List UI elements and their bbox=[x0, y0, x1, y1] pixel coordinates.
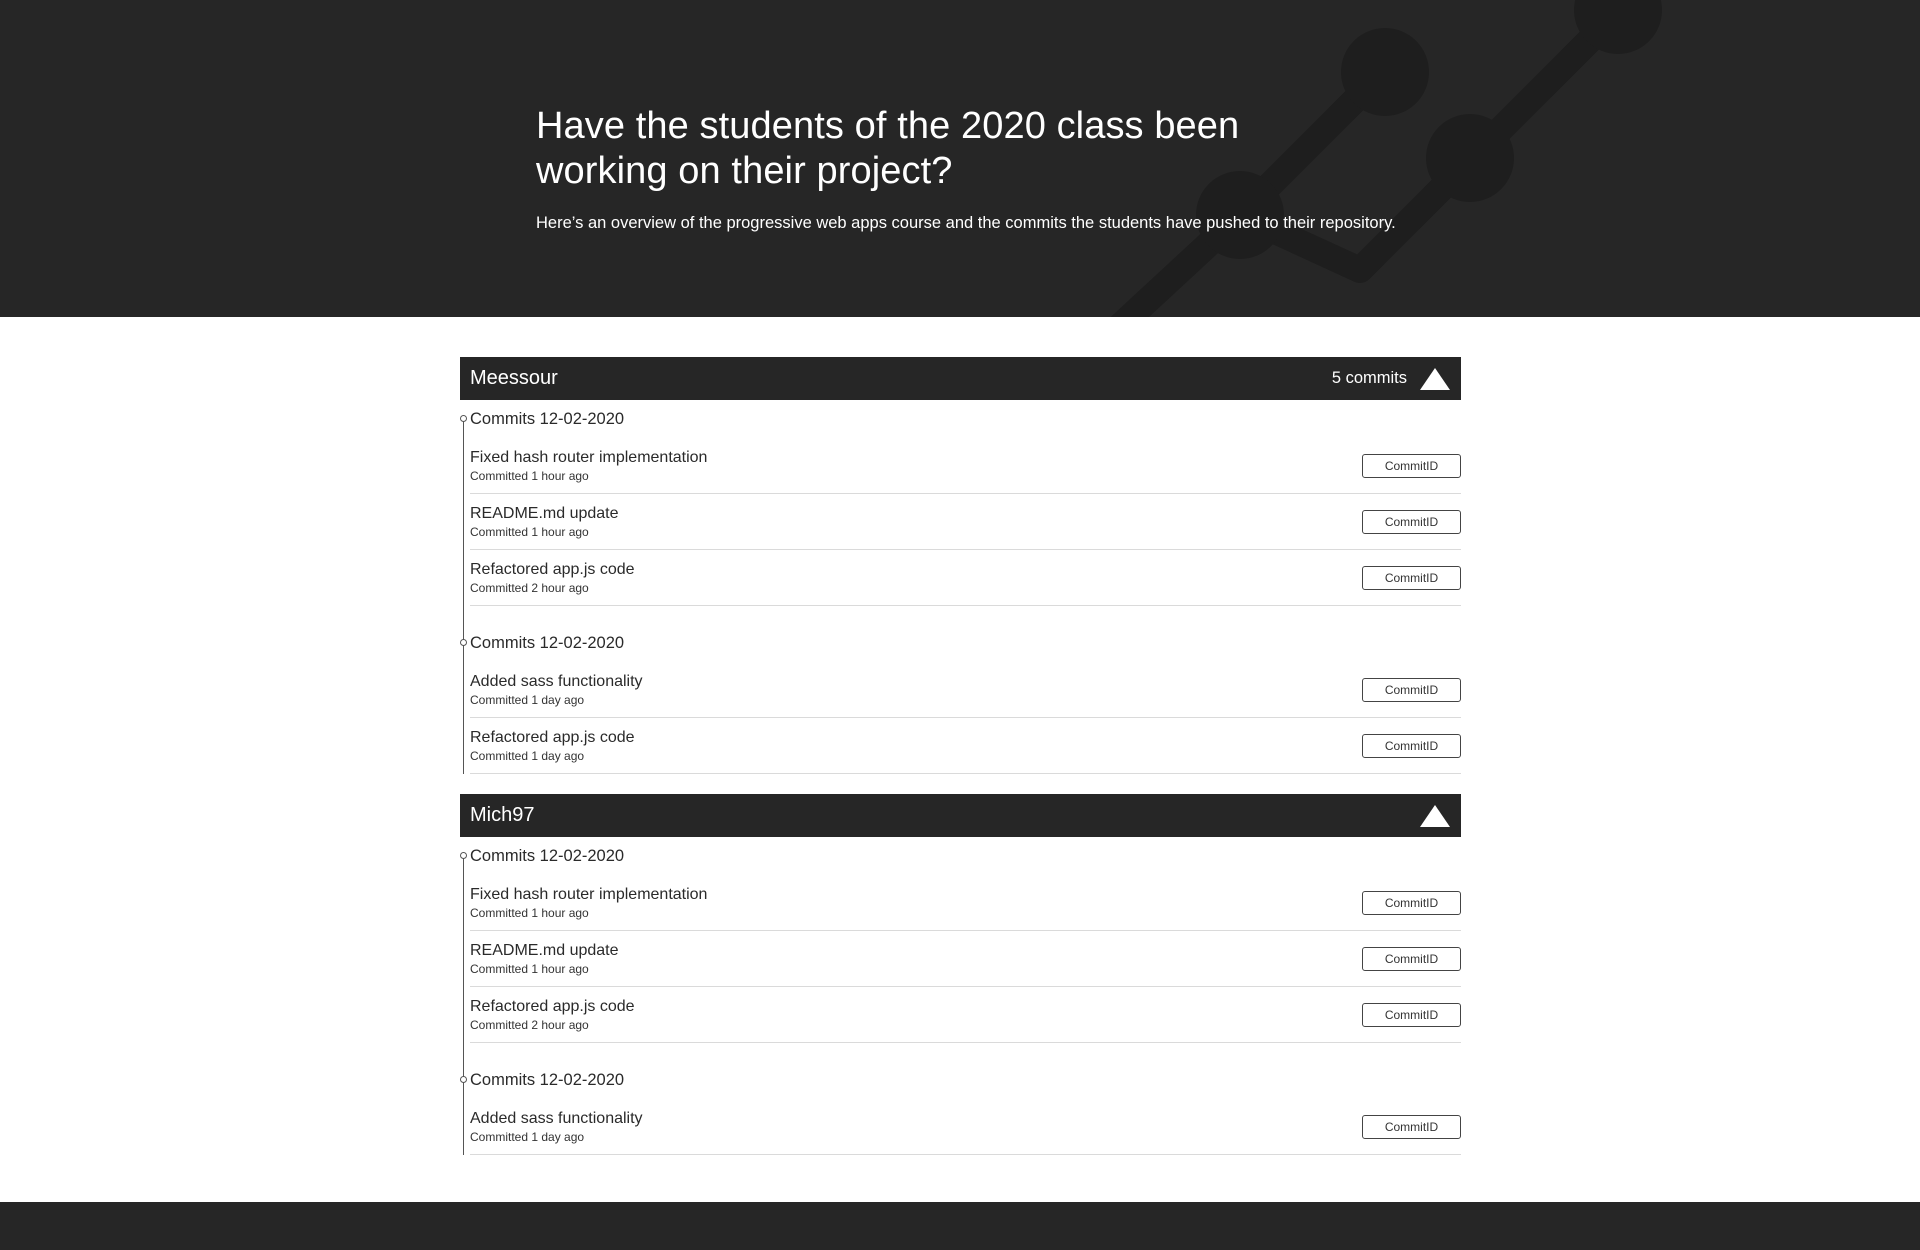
commit-message: Fixed hash router implementation bbox=[470, 886, 708, 903]
commit-count: 5 commits bbox=[1331, 369, 1407, 387]
commit-row: Refactored app.js code Committed 1 day a… bbox=[470, 718, 1461, 774]
commit-day-label: Commits 12-02-2020 bbox=[470, 846, 625, 865]
commit-id-button[interactable]: CommitID bbox=[1362, 946, 1461, 971]
commit-message: Added sass functionality bbox=[470, 673, 643, 690]
commit-day-label: Commits 12-02-2020 bbox=[470, 409, 625, 428]
student-section: Mich97 Commits 12-02-2020 Fixed hash rou… bbox=[460, 794, 1461, 1155]
page-footer bbox=[0, 1202, 1920, 1250]
commit-timeline: Commits 12-02-2020 Fixed hash router imp… bbox=[460, 400, 1461, 774]
commit-message: Refactored app.js code bbox=[470, 729, 635, 746]
commit-row: Added sass functionality Committed 1 day… bbox=[470, 662, 1461, 718]
commit-day-header: Commits 12-02-2020 bbox=[460, 400, 1461, 438]
commit-day-header: Commits 12-02-2020 bbox=[460, 837, 1461, 875]
commit-id-button[interactable]: CommitID bbox=[1362, 565, 1461, 590]
commit-info: Added sass functionality Committed 1 day… bbox=[470, 1109, 643, 1144]
commit-info: Refactored app.js code Committed 2 hour … bbox=[470, 997, 635, 1032]
student-header[interactable]: Meessour 5 commits bbox=[460, 357, 1461, 400]
commit-day-label: Commits 12-02-2020 bbox=[470, 1070, 625, 1089]
student-name: Meessour bbox=[470, 367, 558, 389]
commit-row: README.md update Committed 1 hour ago Co… bbox=[470, 931, 1461, 987]
commit-id-button[interactable]: CommitID bbox=[1362, 1002, 1461, 1027]
commit-row: Fixed hash router implementation Committ… bbox=[470, 875, 1461, 931]
student-header-controls bbox=[1407, 804, 1451, 828]
commit-time: Committed 1 day ago bbox=[470, 693, 585, 707]
commit-info: README.md update Committed 1 hour ago bbox=[470, 504, 619, 539]
commit-day-group: Commits 12-02-2020 Added sass functional… bbox=[460, 624, 1461, 774]
timeline-dot bbox=[460, 415, 467, 422]
commit-id-button[interactable]: CommitID bbox=[1362, 509, 1461, 534]
commit-message: README.md update bbox=[470, 942, 619, 959]
commit-time: Committed 2 hour ago bbox=[470, 581, 589, 595]
commit-time: Committed 1 hour ago bbox=[470, 962, 589, 976]
triangle-up-icon[interactable] bbox=[1419, 804, 1451, 828]
commit-message: Added sass functionality bbox=[470, 1110, 643, 1127]
commit-id-button[interactable]: CommitID bbox=[1362, 890, 1461, 915]
page-title: Have the students of the 2020 class been… bbox=[536, 104, 1436, 194]
commit-info: Fixed hash router implementation Committ… bbox=[470, 448, 707, 483]
commit-row: Refactored app.js code Committed 2 hour … bbox=[470, 550, 1461, 606]
commit-time: Committed 1 day ago bbox=[470, 1130, 585, 1144]
timeline-dot bbox=[460, 639, 467, 646]
commit-day-label: Commits 12-02-2020 bbox=[470, 633, 625, 652]
triangle-up-icon[interactable] bbox=[1419, 367, 1451, 391]
commit-info: Refactored app.js code Committed 2 hour … bbox=[470, 560, 635, 595]
commit-day-header: Commits 12-02-2020 bbox=[460, 1061, 1461, 1099]
commit-row: Fixed hash router implementation Committ… bbox=[470, 438, 1461, 494]
page-subtitle: Here’s an overview of the progressive we… bbox=[536, 214, 1396, 232]
commit-time: Committed 1 hour ago bbox=[470, 525, 589, 539]
commit-id-button[interactable]: CommitID bbox=[1362, 677, 1461, 702]
commit-time: Committed 1 day ago bbox=[470, 749, 585, 763]
day-spacer bbox=[460, 1043, 1461, 1061]
student-section: Meessour 5 commits Commits 12-02-2020 Fi… bbox=[460, 357, 1461, 774]
commit-row: Added sass functionality Committed 1 day… bbox=[470, 1099, 1461, 1155]
commit-info: Refactored app.js code Committed 1 day a… bbox=[470, 728, 635, 763]
commit-time: Committed 2 hour ago bbox=[470, 1018, 589, 1032]
hero-banner: Have the students of the 2020 class been… bbox=[0, 0, 1920, 317]
commit-id-button[interactable]: CommitID bbox=[1362, 453, 1461, 478]
commit-day-header: Commits 12-02-2020 bbox=[460, 624, 1461, 662]
timeline-dot bbox=[460, 852, 467, 859]
commit-timeline: Commits 12-02-2020 Fixed hash router imp… bbox=[460, 837, 1461, 1155]
commit-day-group: Commits 12-02-2020 Added sass functional… bbox=[460, 1061, 1461, 1155]
commit-day-group: Commits 12-02-2020 Fixed hash router imp… bbox=[460, 837, 1461, 1043]
commit-message: Refactored app.js code bbox=[470, 561, 635, 578]
students-list: Meessour 5 commits Commits 12-02-2020 Fi… bbox=[460, 357, 1461, 1175]
commit-row: README.md update Committed 1 hour ago Co… bbox=[470, 494, 1461, 550]
student-name: Mich97 bbox=[470, 804, 535, 826]
page-title-line-2: working on their project? bbox=[536, 150, 953, 192]
page-title-line-1: Have the students of the 2020 class been bbox=[536, 105, 1240, 147]
commit-day-group: Commits 12-02-2020 Fixed hash router imp… bbox=[460, 400, 1461, 606]
commit-info: README.md update Committed 1 hour ago bbox=[470, 941, 619, 976]
commit-message: Refactored app.js code bbox=[470, 998, 635, 1015]
commit-time: Committed 1 hour ago bbox=[470, 469, 589, 483]
student-header-controls: 5 commits bbox=[1332, 367, 1451, 391]
commit-message: Fixed hash router implementation bbox=[470, 449, 708, 466]
day-spacer bbox=[460, 606, 1461, 624]
commit-row: Refactored app.js code Committed 2 hour … bbox=[470, 987, 1461, 1043]
timeline-dot bbox=[460, 1076, 467, 1083]
commit-info: Added sass functionality Committed 1 day… bbox=[470, 672, 643, 707]
commit-time: Committed 1 hour ago bbox=[470, 906, 589, 920]
commit-info: Fixed hash router implementation Committ… bbox=[470, 885, 707, 920]
commit-message: README.md update bbox=[470, 505, 619, 522]
student-header[interactable]: Mich97 bbox=[460, 794, 1461, 837]
commit-id-button[interactable]: CommitID bbox=[1362, 1114, 1461, 1139]
commit-id-button[interactable]: CommitID bbox=[1362, 733, 1461, 758]
